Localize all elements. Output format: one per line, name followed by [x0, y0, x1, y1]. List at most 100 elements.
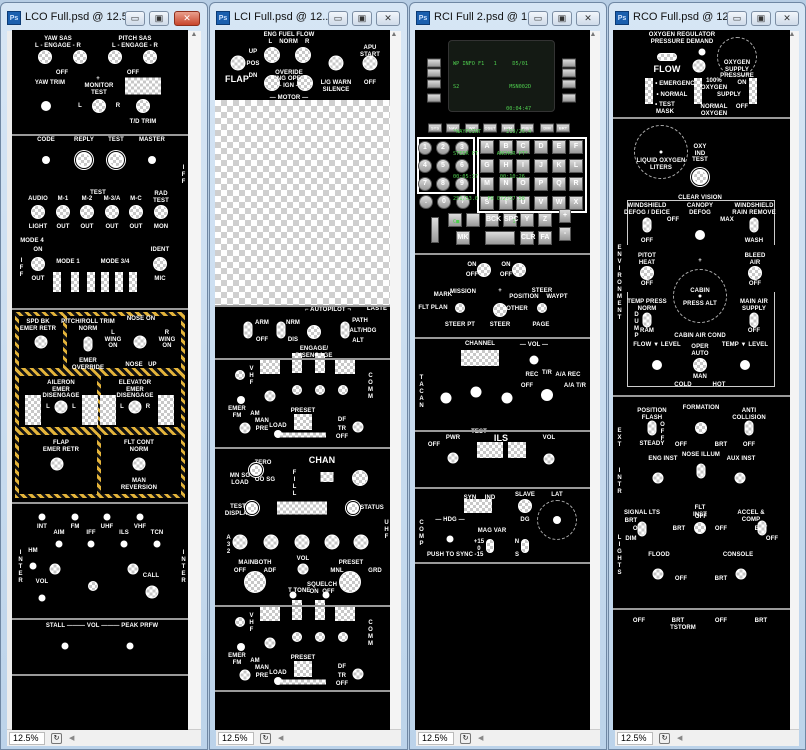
- rotary-knob[interactable]: [92, 99, 106, 113]
- cdu-rocker-key[interactable]: [431, 217, 439, 243]
- rotary-knob[interactable]: [512, 263, 526, 277]
- rotary-knob[interactable]: [73, 50, 87, 64]
- rotary-knob[interactable]: [143, 50, 157, 64]
- letter-key[interactable]: R: [569, 177, 583, 191]
- letter-key[interactable]: Q: [552, 177, 566, 191]
- document-info-icon[interactable]: ↻: [260, 733, 271, 744]
- push-knob[interactable]: [698, 48, 706, 56]
- document-info-icon[interactable]: ↻: [51, 733, 62, 744]
- rotary-knob[interactable]: [338, 632, 348, 642]
- rotary-knob[interactable]: [132, 457, 146, 471]
- zoom-level-field[interactable]: 12.5%: [418, 732, 454, 745]
- rotary-knob[interactable]: [105, 205, 119, 219]
- push-knob[interactable]: [103, 513, 111, 521]
- rotary-knob[interactable]: [652, 568, 664, 580]
- line-select-key[interactable]: [562, 79, 576, 89]
- vertical-scrollbar[interactable]: ▲: [186, 31, 201, 729]
- minimize-button[interactable]: ▭: [328, 11, 348, 26]
- rotary-knob[interactable]: [294, 534, 310, 550]
- rotary-knob[interactable]: [692, 59, 706, 73]
- rotary-knob[interactable]: [230, 55, 246, 71]
- push-knob[interactable]: [698, 294, 702, 298]
- keypad-key[interactable]: 7: [418, 177, 432, 191]
- scroll-up-icon[interactable]: ▲: [391, 31, 398, 38]
- toggle-switch[interactable]: [521, 539, 529, 553]
- title-bar[interactable]: Ps RCO Full.psd @ 12... ▭ ▣ ✕: [609, 3, 805, 31]
- push-knob[interactable]: [446, 535, 454, 543]
- line-select-key[interactable]: [427, 79, 441, 89]
- rotary-knob[interactable]: [328, 55, 344, 71]
- rotary-knob[interactable]: [154, 205, 168, 219]
- push-knob[interactable]: [322, 591, 330, 599]
- keypad-key[interactable]: 5: [436, 159, 450, 173]
- line-select-key[interactable]: [427, 58, 441, 68]
- rotary-knob[interactable]: [31, 205, 45, 219]
- rotary-knob[interactable]: [537, 303, 547, 313]
- scroll-left-icon[interactable]: ◀: [478, 735, 483, 742]
- toggle-switch[interactable]: [696, 463, 706, 479]
- rotary-knob[interactable]: [263, 534, 279, 550]
- maximize-button[interactable]: ▣: [352, 11, 372, 26]
- rotary-knob[interactable]: [54, 400, 68, 414]
- push-knob[interactable]: [55, 540, 63, 548]
- push-knob[interactable]: [38, 513, 46, 521]
- rotary-knob[interactable]: [239, 422, 251, 434]
- toggle-switch[interactable]: [749, 312, 759, 328]
- rotary-knob[interactable]: [735, 568, 747, 580]
- zoom-level-field[interactable]: 12.5%: [9, 732, 45, 745]
- cdu-function-key[interactable]: SYS: [428, 123, 442, 133]
- title-bar[interactable]: Ps LCO Full.psd @ 12.5... ▭ ▣ ✕: [1, 3, 207, 31]
- push-knob[interactable]: [740, 360, 750, 370]
- scroll-left-icon[interactable]: ◀: [677, 735, 682, 742]
- rotary-knob[interactable]: [31, 257, 45, 271]
- toggle-switch[interactable]: [276, 321, 286, 339]
- cdu-function-key[interactable]: BRT: [556, 123, 570, 133]
- rotary-knob[interactable]: [315, 632, 325, 642]
- toggle-switch[interactable]: [486, 539, 494, 553]
- letter-key[interactable]: F: [569, 140, 583, 154]
- toggle-switch[interactable]: [637, 521, 647, 537]
- rotary-knob[interactable]: [447, 452, 459, 464]
- cdu-key[interactable]: -: [559, 227, 571, 241]
- document-info-icon[interactable]: ↻: [659, 733, 670, 744]
- toggle-switch[interactable]: [340, 321, 350, 339]
- push-knob[interactable]: [652, 360, 662, 370]
- keypad-key[interactable]: .: [419, 195, 433, 209]
- rotary-knob[interactable]: [56, 205, 70, 219]
- push-button[interactable]: [246, 502, 258, 514]
- push-button[interactable]: [692, 169, 708, 185]
- push-knob[interactable]: [470, 386, 482, 398]
- push-knob[interactable]: [120, 540, 128, 548]
- rotary-knob[interactable]: [235, 617, 245, 627]
- push-knob[interactable]: [501, 392, 513, 404]
- rotary-knob[interactable]: [352, 421, 364, 433]
- zoom-level-field[interactable]: 12.5%: [617, 732, 653, 745]
- rotary-knob[interactable]: [493, 303, 507, 317]
- rotary-knob[interactable]: [129, 205, 143, 219]
- push-knob[interactable]: [440, 392, 452, 404]
- rotary-knob[interactable]: [136, 99, 150, 113]
- rotary-knob[interactable]: [49, 563, 61, 575]
- rotary-knob[interactable]: [734, 472, 746, 484]
- rotary-knob[interactable]: [80, 205, 94, 219]
- rotary-knob[interactable]: [108, 50, 122, 64]
- push-knob[interactable]: [42, 156, 50, 164]
- toggle-switch[interactable]: [757, 520, 767, 536]
- maximize-button[interactable]: ▣: [751, 11, 771, 26]
- push-knob[interactable]: [529, 355, 539, 365]
- rotary-knob[interactable]: [145, 585, 159, 599]
- rotary-knob[interactable]: [693, 358, 707, 372]
- scroll-left-icon[interactable]: ◀: [278, 735, 283, 742]
- scroll-up-icon[interactable]: ▲: [590, 31, 597, 38]
- push-knob[interactable]: [136, 513, 144, 521]
- maximize-button[interactable]: ▣: [149, 11, 169, 26]
- rotary-knob[interactable]: [88, 581, 98, 591]
- maximize-button[interactable]: ▣: [552, 11, 572, 26]
- push-knob[interactable]: [237, 396, 245, 404]
- keypad-key[interactable]: 1: [418, 141, 432, 155]
- rotary-knob[interactable]: [244, 571, 266, 593]
- push-knob[interactable]: [659, 150, 663, 154]
- push-button[interactable]: [76, 152, 92, 168]
- toggle-switch[interactable]: [744, 420, 754, 436]
- zoom-level-field[interactable]: 12.5%: [218, 732, 254, 745]
